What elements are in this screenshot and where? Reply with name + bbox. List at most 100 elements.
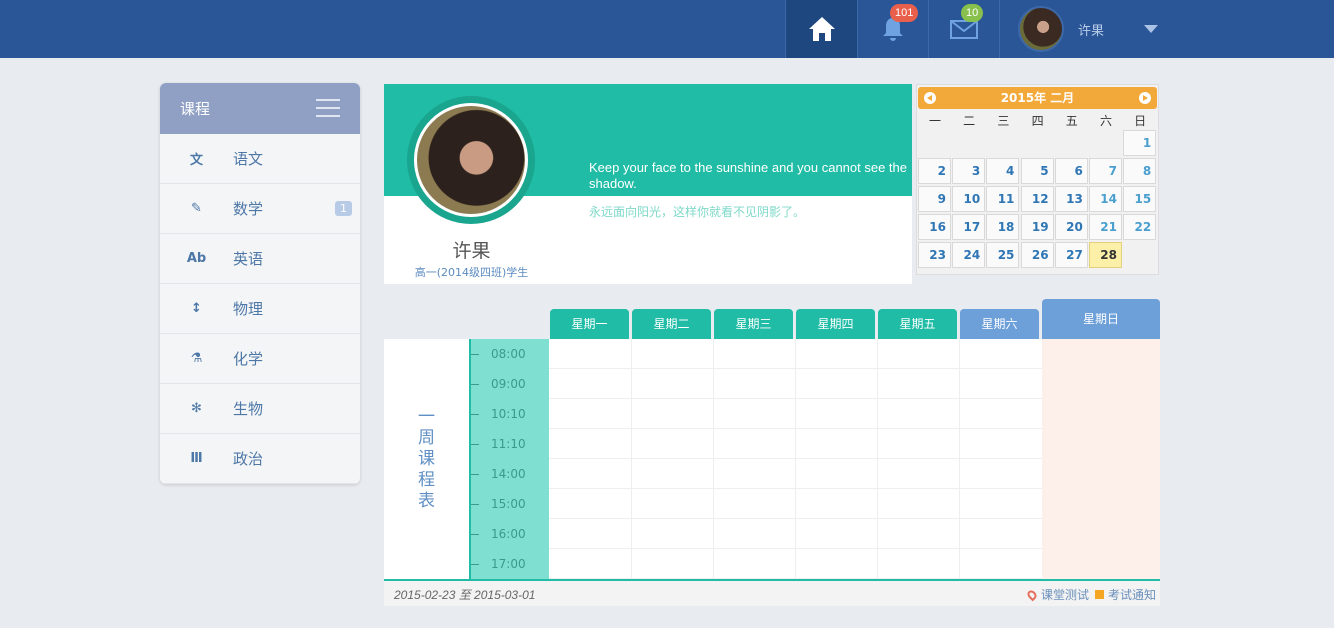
notification-count-badge: 101 <box>890 4 919 22</box>
calendar-day[interactable]: 26 <box>1020 242 1054 268</box>
tab-day-1[interactable]: 星期二 <box>632 309 711 339</box>
next-month-icon[interactable] <box>1139 92 1151 104</box>
time-slot: 14:00 <box>471 459 549 489</box>
sidebar-item-physics[interactable]: ↕ 物理 <box>160 284 360 334</box>
calendar-day[interactable]: 25 <box>986 242 1020 268</box>
physics-icon: ↕ <box>191 301 202 316</box>
tab-day-3[interactable]: 星期四 <box>796 309 875 339</box>
calendar-day[interactable]: 4 <box>986 158 1020 184</box>
calendar-day[interactable]: 10 <box>952 186 986 212</box>
calendar-day[interactable]: 22 <box>1123 214 1157 240</box>
calendar-day-today[interactable]: 28 <box>1089 242 1122 268</box>
calendar-day[interactable]: 9 <box>918 186 951 212</box>
tab-day-2[interactable]: 星期三 <box>714 309 793 339</box>
profile-avatar <box>407 96 535 224</box>
legend-test: 课堂测试 <box>1040 588 1089 602</box>
location-pin-icon <box>1025 588 1039 601</box>
date-range: 2015-02-23 至 2015-03-01 <box>394 588 536 602</box>
calendar-day[interactable]: 27 <box>1054 242 1088 268</box>
home-button[interactable] <box>785 0 857 58</box>
calendar-day[interactable]: 1 <box>1123 130 1157 156</box>
calendar-day[interactable]: 17 <box>952 214 986 240</box>
calendar-day[interactable]: 13 <box>1054 186 1088 212</box>
calendar-day[interactable]: 6 <box>1054 158 1088 184</box>
tab-day-6[interactable]: 星期日 <box>1042 299 1160 339</box>
calendar-weekday: 四 <box>1031 114 1044 128</box>
sidebar-item-label: 数学 <box>233 200 264 218</box>
notifications-button[interactable]: 101 <box>857 0 928 58</box>
calendar-weekday: 六 <box>1099 114 1112 128</box>
calendar-weekday: 五 <box>1065 114 1078 128</box>
calendar-day[interactable]: 7 <box>1089 158 1122 184</box>
sidebar-item-label: 政治 <box>233 450 264 468</box>
calendar-day[interactable]: 20 <box>1054 214 1088 240</box>
time-slot: 10:10 <box>471 399 549 429</box>
calendar-day[interactable]: 3 <box>952 158 986 184</box>
time-slot: 16:00 <box>471 519 549 549</box>
calendar-day[interactable]: 15 <box>1123 186 1157 212</box>
calendar-day[interactable]: 2 <box>918 158 951 184</box>
time-column: 08:00 09:00 10:10 11:10 14:00 15:00 16:00 17:00 <box>469 339 549 579</box>
calendar-month-title: 2015年 二月 <box>1000 91 1075 105</box>
calendar-day[interactable]: 16 <box>918 214 951 240</box>
sidebar-item-label: 物理 <box>233 300 264 318</box>
columns-icon: Ⅲ <box>190 451 203 466</box>
calendar-weekday: 二 <box>963 114 976 128</box>
calendar-weekday: 三 <box>997 114 1010 128</box>
sidebar-item-english[interactable]: Ab 英语 <box>160 234 360 284</box>
sidebar-item-chinese[interactable]: 文 语文 <box>160 134 360 184</box>
sidebar-item-chemistry[interactable]: ⚗ 化学 <box>160 334 360 384</box>
calendar-header: 2015年 二月 <box>918 87 1157 109</box>
sunday-column <box>1042 339 1160 579</box>
chevron-down-icon <box>1144 25 1158 33</box>
calendar-day[interactable]: 14 <box>1089 186 1122 212</box>
message-count-badge: 10 <box>961 4 984 22</box>
molecule-icon: ✻ <box>191 401 202 416</box>
tab-day-0[interactable]: 星期一 <box>550 309 629 339</box>
calendar: 2015年 二月 一二三四五六日 1 2 3 4 5 6 7 8 9 10 11 12 13 14 15 16… <box>916 84 1159 275</box>
calendar-day[interactable]: 24 <box>952 242 986 268</box>
sidebar-item-politics[interactable]: Ⅲ 政治 <box>160 434 360 484</box>
top-navbar: 101 10 许果 <box>0 0 1334 58</box>
sidebar-item-label: 生物 <box>233 400 264 418</box>
count-badge: 1 <box>335 201 352 216</box>
user-menu[interactable]: 许果 <box>999 0 1159 58</box>
menu-icon[interactable] <box>316 99 340 117</box>
legend-exam: 考试通知 <box>1107 588 1156 602</box>
home-icon <box>808 17 835 41</box>
time-slot: 17:00 <box>471 549 549 579</box>
messages-button[interactable]: 10 <box>928 0 999 58</box>
sidebar-item-label: 语文 <box>233 150 264 168</box>
timetable-label: 一周课程表 <box>418 406 435 511</box>
sidebar-item-math[interactable]: ✎ 数学 1 <box>160 184 360 234</box>
calendar-day[interactable]: 23 <box>918 242 951 268</box>
time-slot: 15:00 <box>471 489 549 519</box>
sidebar-item-biology[interactable]: ✻ 生物 <box>160 384 360 434</box>
user-name: 许果 <box>1077 23 1104 39</box>
prev-month-icon[interactable] <box>924 92 936 104</box>
chinese-icon: 文 <box>189 153 203 168</box>
sidebar-title: 课程 <box>180 100 211 118</box>
timetable-col-divider <box>795 339 796 579</box>
calendar-day[interactable]: 12 <box>1020 186 1054 212</box>
quote-chinese: 永远面向阳光，这样你就看不见阴影了。 <box>589 205 806 219</box>
quote-english: Keep your face to the sunshine and you c… <box>589 160 908 191</box>
profile-name: 许果 <box>452 240 491 262</box>
profile-class: 高一(2014级四班)学生 <box>414 266 529 279</box>
calendar-day[interactable]: 19 <box>1020 214 1054 240</box>
calendar-day[interactable]: 18 <box>986 214 1020 240</box>
time-slot: 09:00 <box>471 369 549 399</box>
tab-day-4[interactable]: 星期五 <box>878 309 957 339</box>
tab-day-5[interactable]: 星期六 <box>960 309 1039 339</box>
timetable-col-divider <box>959 339 960 579</box>
calendar-day[interactable]: 8 <box>1123 158 1157 184</box>
calendar-weekday: 日 <box>1134 114 1147 128</box>
sidebar-item-label: 英语 <box>233 250 264 268</box>
sidebar-header: 课程 <box>160 83 360 134</box>
calendar-day[interactable]: 21 <box>1089 214 1122 240</box>
timetable-col-divider <box>713 339 714 579</box>
profile-card: 许果 高一(2014级四班)学生 Keep your face to the s… <box>384 84 912 284</box>
avatar <box>1017 6 1064 52</box>
calendar-day[interactable]: 5 <box>1020 158 1054 184</box>
calendar-day[interactable]: 11 <box>986 186 1020 212</box>
